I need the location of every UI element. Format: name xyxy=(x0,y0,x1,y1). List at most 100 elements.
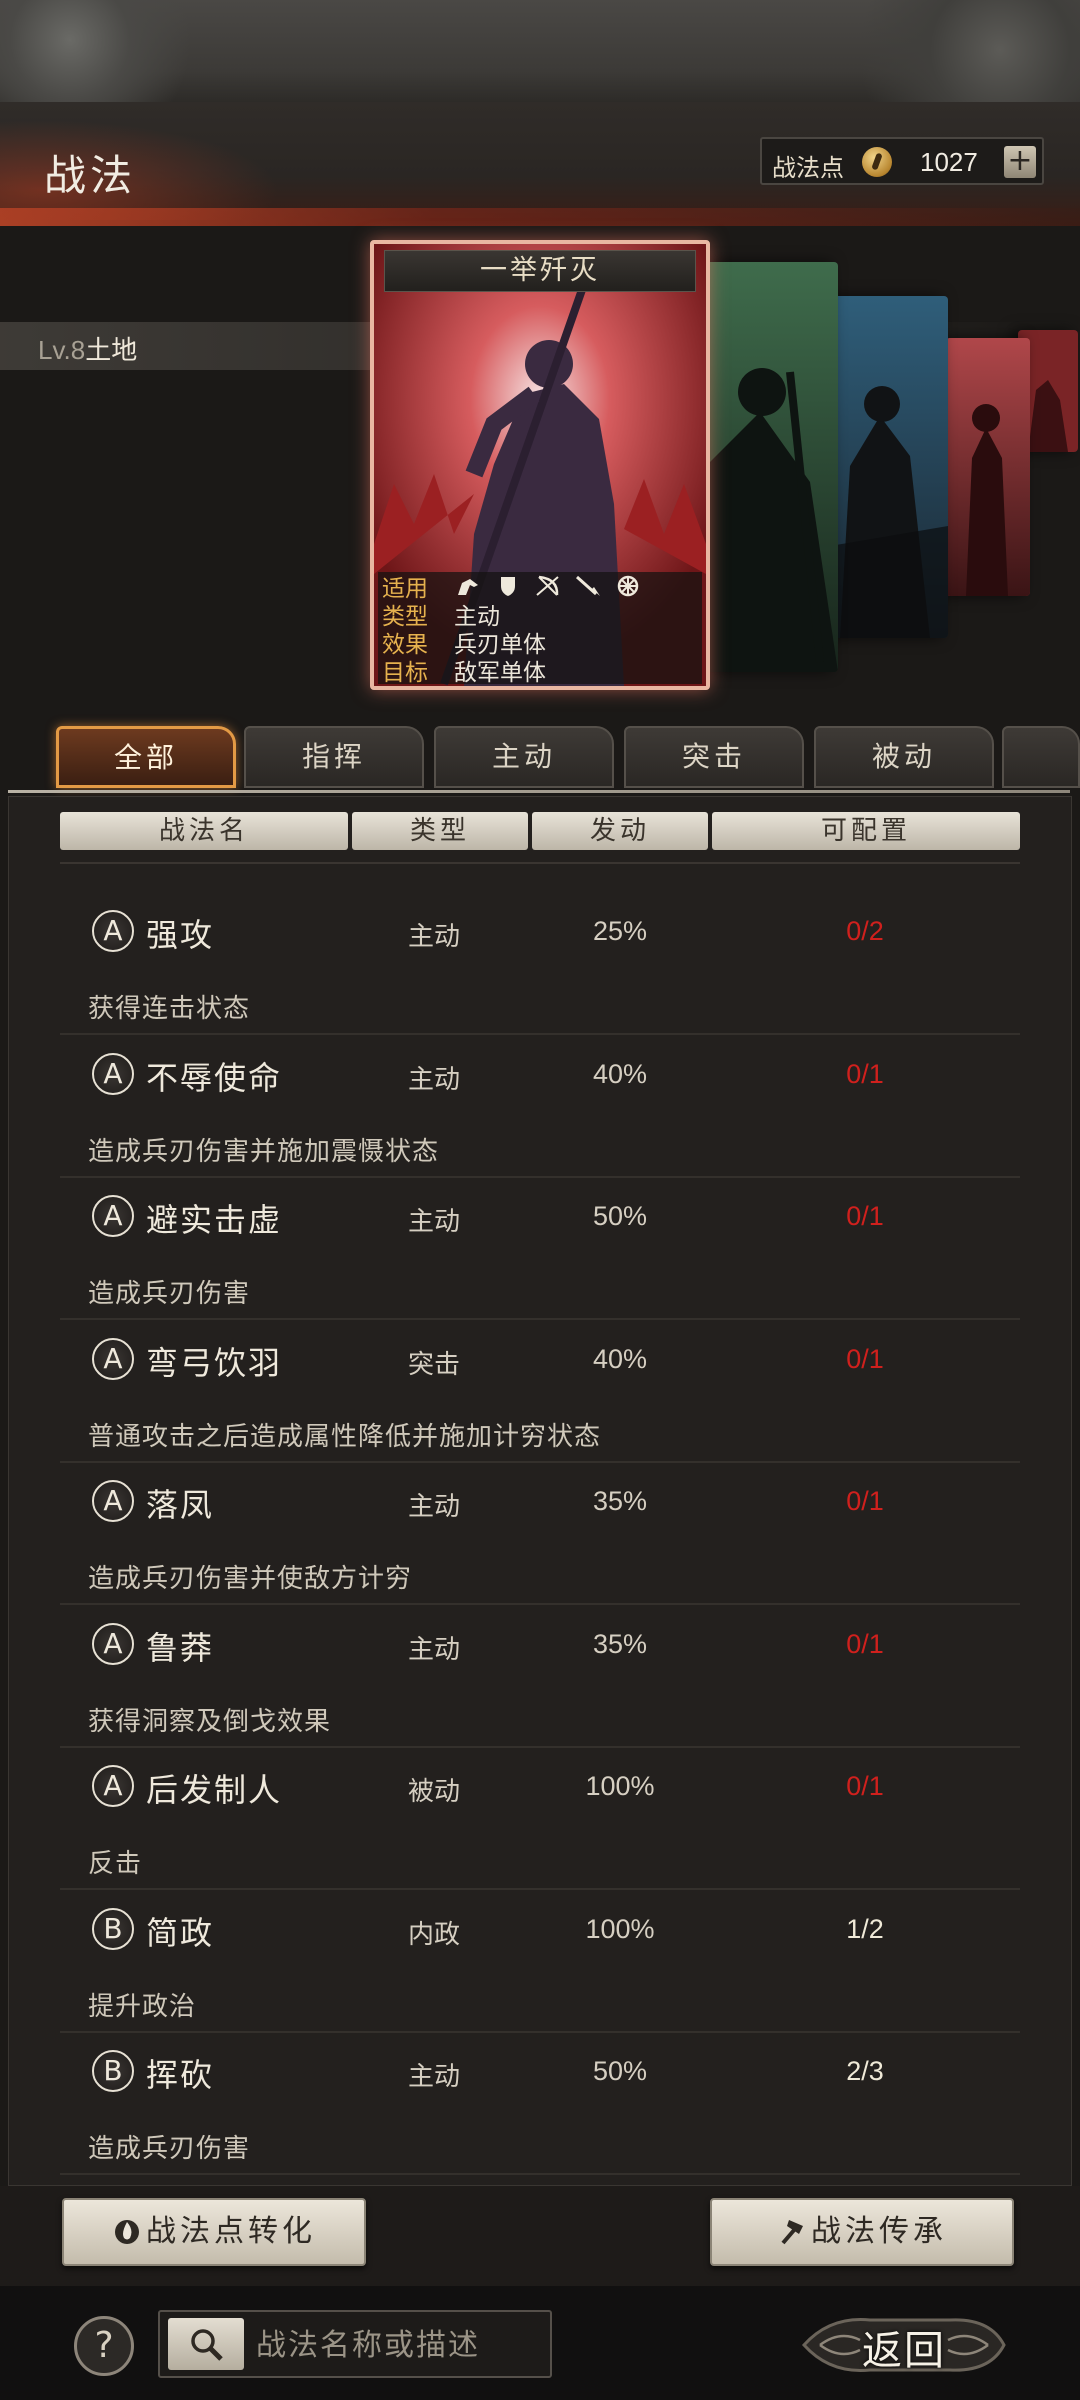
card-title: 一举歼灭 xyxy=(384,250,696,292)
tab-more[interactable] xyxy=(1002,726,1080,788)
search-box xyxy=(158,2310,552,2378)
tactic-description: 获得洞察及倒戈效果 xyxy=(88,1706,332,1737)
tab-passive[interactable]: 被动 xyxy=(814,726,994,788)
tactic-row[interactable]: A 后发制人 被动 100% 0/1 反击 xyxy=(0,1751,1080,1893)
apply-row: 适用 xyxy=(378,572,702,602)
search-input[interactable] xyxy=(256,2320,546,2370)
add-points-button[interactable]: + xyxy=(1004,146,1036,178)
tactic-row[interactable]: A 强攻 主动 25% 0/2 获得连击状态 xyxy=(0,896,1080,1038)
card-art xyxy=(946,338,1030,596)
stack-card-2[interactable] xyxy=(700,262,838,672)
tactic-name: 鲁莽 xyxy=(146,1628,215,1667)
tactic-name: 弯弓饮羽 xyxy=(146,1343,283,1382)
trigger-rate: 100% xyxy=(585,1913,655,1944)
configurable-count: 0/1 xyxy=(846,1058,884,1089)
back-button[interactable]: 返回 xyxy=(800,2310,1008,2380)
tactic-type: 主动 xyxy=(408,1492,461,1522)
tactic-name: 强攻 xyxy=(146,916,215,954)
tactic-name: 避实击虚 xyxy=(146,1201,283,1239)
card-art xyxy=(700,262,838,672)
row-divider xyxy=(60,1460,1020,1463)
search-button[interactable] xyxy=(168,2318,244,2370)
row-divider xyxy=(60,1888,1020,1890)
stack-card-3[interactable] xyxy=(830,296,948,638)
target-row: 目标 敌军单体 xyxy=(378,656,702,686)
tactic-card-carousel: Lv.8土地 一举歼灭 适用 类型 主动 效果 兵刃单体 目标 敌军单体 xyxy=(0,226,1080,726)
tactic-description: 造成兵刃伤害并使敌方计穷 xyxy=(88,1564,413,1594)
cavalry-icon xyxy=(454,575,482,597)
row-divider xyxy=(60,1175,1020,1178)
effect-row: 效果 兵刃单体 xyxy=(378,628,702,658)
selected-tactic-card[interactable]: 一举歼灭 适用 类型 主动 效果 兵刃单体 目标 敌军单体 xyxy=(370,240,710,690)
category-tabs: 全部 指挥 主动 突击 被动 xyxy=(0,722,1080,792)
points-label: 战法点 xyxy=(772,154,844,182)
back-label: 返回 xyxy=(862,2328,946,2374)
tactic-description: 普通攻击之后造成属性降低并施加计穷状态 xyxy=(88,1421,602,1452)
tactic-type: 主动 xyxy=(408,1207,461,1237)
tactic-name: 简政 xyxy=(146,1913,215,1952)
row-divider xyxy=(60,1603,1020,1605)
configurable-count: 1/2 xyxy=(846,1913,884,1944)
tab-all[interactable]: 全部 xyxy=(56,726,236,788)
page-title: 战法 xyxy=(44,151,137,200)
tactic-point-coin-icon xyxy=(862,147,892,177)
hammer-icon xyxy=(777,2205,807,2245)
trigger-rate: 100% xyxy=(585,1771,655,1801)
col-header-configurable[interactable]: 可配置 xyxy=(712,812,1020,850)
col-header-type[interactable]: 类型 xyxy=(352,812,528,850)
footer-bar: ? 返回 xyxy=(0,2286,1080,2400)
tab-active[interactable]: 主动 xyxy=(434,726,614,788)
stack-card-4[interactable] xyxy=(946,338,1030,596)
tab-assault[interactable]: 突击 xyxy=(624,726,804,788)
wheel-icon xyxy=(614,575,642,597)
grade-badge: A xyxy=(92,910,134,952)
tactic-description: 造成兵刃伤害 xyxy=(88,2134,251,2164)
trigger-rate: 50% xyxy=(592,2056,648,2086)
help-button[interactable]: ? xyxy=(74,2316,134,2376)
tactic-row[interactable]: A 不辱使命 主动 40% 0/1 造成兵刃伤害并施加震慑状态 xyxy=(0,1039,1080,1181)
bow-icon xyxy=(534,575,562,597)
tactic-description: 反击 xyxy=(88,1849,143,1879)
tab-command[interactable]: 指挥 xyxy=(244,726,424,788)
tactic-description: 获得连击状态 xyxy=(88,994,251,1024)
trigger-rate: 25% xyxy=(592,916,648,946)
row-divider xyxy=(60,1745,1020,1748)
tactic-points-display: 战法点 1027 + xyxy=(760,137,1044,185)
tactic-name: 不辱使命 xyxy=(146,1058,283,1097)
convert-points-label: 战法点转化 xyxy=(146,2214,316,2249)
tactic-row[interactable]: B 简政 内政 100% 1/2 提升政治 xyxy=(0,1894,1080,2036)
grade-badge: A xyxy=(92,1195,134,1237)
trigger-rate: 40% xyxy=(592,1058,648,1089)
tactic-name: 后发制人 xyxy=(146,1771,283,1809)
grade-badge: A xyxy=(92,1337,134,1380)
grade-badge: A xyxy=(92,1765,134,1807)
tactic-inherit-label: 战法传承 xyxy=(811,2214,947,2249)
target-value: 敌军单体 xyxy=(454,660,546,686)
tactic-row[interactable]: A 避实击虚 主动 50% 0/1 造成兵刃伤害 xyxy=(0,1181,1080,1323)
points-value: 1027 xyxy=(920,147,978,177)
tactic-inherit-button[interactable]: 战法传承 xyxy=(710,2198,1014,2266)
tactic-type: 主动 xyxy=(408,2062,461,2092)
type-row: 类型 主动 xyxy=(378,600,702,630)
tactic-row[interactable]: B 挥砍 主动 50% 2/3 造成兵刃伤害 xyxy=(0,2036,1080,2178)
tactic-row[interactable]: A 落凤 主动 35% 0/1 造成兵刃伤害并使敌方计穷 xyxy=(0,1466,1080,1608)
tactic-type: 内政 xyxy=(408,1919,461,1950)
list-divider xyxy=(60,862,1020,864)
card-art xyxy=(830,296,948,638)
configurable-count: 2/3 xyxy=(846,2056,884,2086)
grade-badge: B xyxy=(92,1907,134,1950)
tactic-type: 被动 xyxy=(408,1777,461,1807)
tactic-type: 主动 xyxy=(408,1064,461,1095)
configurable-count: 0/1 xyxy=(846,1628,884,1659)
trigger-rate: 35% xyxy=(592,1628,648,1659)
tactic-row[interactable]: A 鲁莽 主动 35% 0/1 获得洞察及倒戈效果 xyxy=(0,1609,1080,1751)
col-header-trigger[interactable]: 发动 xyxy=(532,812,708,850)
col-header-name[interactable]: 战法名 xyxy=(60,812,348,850)
convert-points-button[interactable]: 战法点转化 xyxy=(62,2198,366,2266)
shield-icon xyxy=(494,575,522,597)
row-divider xyxy=(60,2173,1020,2175)
row-divider xyxy=(60,1318,1020,1320)
action-bar: 战法点转化 战法传承 xyxy=(0,2186,1080,2286)
tactic-row[interactable]: A 弯弓饮羽 突击 40% 0/1 普通攻击之后造成属性降低并施加计穷状态 xyxy=(0,1324,1080,1466)
spear-icon xyxy=(574,575,602,597)
